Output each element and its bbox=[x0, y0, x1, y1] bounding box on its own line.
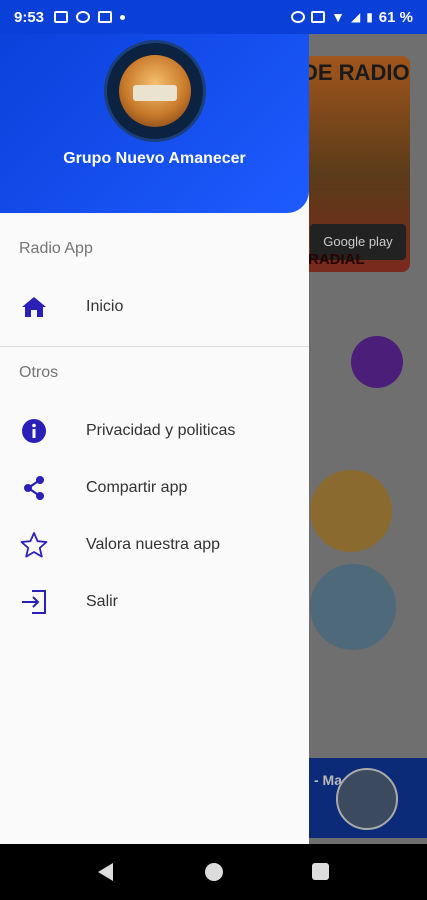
recents-icon[interactable] bbox=[312, 863, 329, 880]
status-time: 9:53 bbox=[14, 8, 45, 26]
menu-item-label: Compartir app bbox=[86, 479, 188, 496]
vibrate-icon bbox=[311, 11, 326, 23]
sync-icon bbox=[76, 11, 91, 23]
station-logo bbox=[310, 564, 396, 650]
notification-icons bbox=[54, 11, 126, 23]
divider bbox=[0, 346, 309, 347]
section-label-otros: Otros bbox=[19, 364, 59, 381]
navigation-drawer: Grupo Nuevo Amanecer Radio App Inicio Ot… bbox=[0, 0, 309, 844]
system-icons: ▼ ◢ ▮ 61 % bbox=[291, 9, 413, 26]
battery-icon: ▮ bbox=[366, 10, 373, 24]
exit-icon bbox=[19, 587, 49, 617]
star-icon bbox=[19, 530, 49, 560]
menu-item-label: Inicio bbox=[86, 298, 124, 315]
share-icon bbox=[19, 473, 49, 503]
banner-title: DE RADIO bbox=[302, 60, 410, 85]
home-icon bbox=[19, 292, 49, 322]
signal-icon: ◢ bbox=[350, 10, 361, 24]
mini-player: - Ma bbox=[296, 758, 427, 838]
player-artwork bbox=[336, 768, 398, 830]
menu-item-valora[interactable]: Valora nuestra app bbox=[0, 519, 309, 571]
menu-item-label: Valora nuestra app bbox=[86, 536, 221, 553]
image-icon bbox=[54, 11, 69, 23]
radio-icon bbox=[98, 11, 113, 23]
info-icon bbox=[19, 416, 49, 446]
status-bar: 9:53 ▼ ◢ ▮ 61 % bbox=[0, 0, 427, 34]
app-logo bbox=[104, 40, 206, 142]
battery-level: 61 % bbox=[378, 8, 413, 26]
menu-item-inicio[interactable]: Inicio bbox=[0, 281, 309, 333]
more-notifications-icon bbox=[120, 14, 126, 20]
wifi-icon: ▼ bbox=[331, 9, 345, 25]
menu-item-label: Salir bbox=[86, 593, 119, 610]
menu-item-privacidad[interactable]: Privacidad y politicas bbox=[0, 405, 309, 457]
system-nav-bar bbox=[0, 844, 427, 900]
logo-book bbox=[133, 85, 177, 101]
app-name: Grupo Nuevo Amanecer bbox=[63, 150, 246, 167]
alarm-icon bbox=[291, 11, 306, 23]
banner-bottom-text: RADIAL bbox=[308, 251, 365, 268]
menu-item-salir[interactable]: Salir bbox=[0, 576, 309, 628]
share-fab bbox=[351, 336, 403, 388]
radio-banner: DE RADIO Google play RADIAL bbox=[296, 56, 410, 272]
menu-item-label: Privacidad y politicas bbox=[86, 422, 236, 439]
home-button-icon[interactable] bbox=[205, 863, 223, 881]
station-logo bbox=[310, 470, 392, 552]
back-icon[interactable] bbox=[98, 863, 113, 881]
section-label-radio-app: Radio App bbox=[19, 240, 93, 257]
menu-item-compartir[interactable]: Compartir app bbox=[0, 462, 309, 514]
